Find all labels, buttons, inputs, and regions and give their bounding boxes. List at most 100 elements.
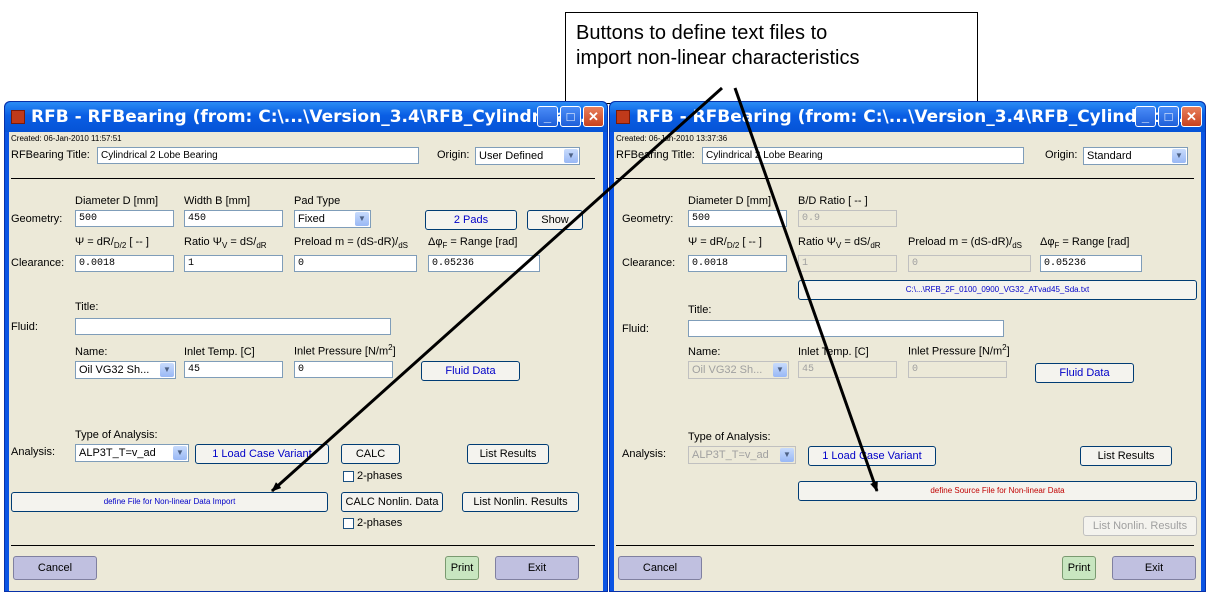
inlet-pressure-input[interactable]: 0 bbox=[908, 361, 1007, 378]
inlet-pressure-input[interactable]: 0 bbox=[294, 361, 393, 378]
chevron-down-icon: ▼ bbox=[355, 212, 369, 226]
nonlinear-file-path-button[interactable]: C:\...\RFB_2F_0100_0900_VG32_ATvad45_Sda… bbox=[798, 280, 1197, 300]
psi-label: Ψ = dR/D/2 [ -- ] bbox=[75, 236, 149, 251]
bd-ratio-input[interactable]: 0.9 bbox=[798, 210, 897, 227]
pad-type-label: Pad Type bbox=[294, 195, 341, 207]
callout-box: Buttons to define text files to import n… bbox=[565, 12, 978, 104]
origin-label: Origin: bbox=[437, 149, 470, 161]
separator bbox=[616, 178, 1194, 180]
minimize-icon[interactable]: _ bbox=[1135, 106, 1156, 127]
geometry-label: Geometry: bbox=[622, 213, 674, 225]
load-case-variant-button[interactable]: 1 Load Case Variant bbox=[808, 446, 936, 466]
fluid-title-label: Title: bbox=[75, 301, 99, 313]
inlet-temp-label: Inlet Temp. [C] bbox=[798, 346, 869, 358]
diameter-input[interactable]: 500 bbox=[75, 210, 174, 227]
analysis-type-select[interactable]: ALP3T_T=v_ad ▼ bbox=[688, 446, 796, 464]
preload-input[interactable]: 0 bbox=[294, 255, 417, 272]
list-nonlin-results-button[interactable]: List Nonlin. Results bbox=[462, 492, 579, 512]
diameter-label: Diameter D [mm] bbox=[75, 195, 159, 207]
two-phases-checkbox[interactable] bbox=[343, 471, 354, 482]
range-input[interactable]: 0.05236 bbox=[428, 255, 540, 272]
cancel-button[interactable]: Cancel bbox=[13, 556, 97, 580]
list-results-button[interactable]: List Results bbox=[467, 444, 549, 464]
fluid-data-button[interactable]: Fluid Data bbox=[1035, 363, 1134, 383]
calc-nonlin-data-button[interactable]: CALC Nonlin. Data bbox=[341, 492, 443, 512]
clearance-label: Clearance: bbox=[11, 257, 65, 269]
created-label: Created: 06-Jan-2010 11:57:51 bbox=[11, 134, 122, 143]
width-input[interactable]: 450 bbox=[184, 210, 283, 227]
ratio-psi-label: Ratio ΨV = dS/dR bbox=[798, 236, 881, 251]
preload-label: Preload m = (dS-dR)/dS bbox=[908, 236, 1023, 251]
pad-type-value: Fixed bbox=[298, 213, 325, 225]
origin-select[interactable]: Standard ▼ bbox=[1083, 147, 1188, 165]
psi-input[interactable]: 0.0018 bbox=[75, 255, 174, 272]
left-window: RFB - RFBearing (from: C:\...\Version_3.… bbox=[4, 101, 608, 592]
fluid-title-label: Title: bbox=[688, 304, 712, 316]
inlet-temp-input[interactable]: 45 bbox=[184, 361, 283, 378]
exit-button[interactable]: Exit bbox=[495, 556, 579, 580]
define-file-nonlinear-import-button[interactable]: define File for Non-linear Data Import bbox=[11, 492, 328, 512]
range-input[interactable]: 0.05236 bbox=[1040, 255, 1142, 272]
fluid-name-select[interactable]: Oil VG32 Sh... ▼ bbox=[688, 361, 789, 379]
two-phases-nonlin-checkbox[interactable] bbox=[343, 518, 354, 529]
app-icon bbox=[616, 110, 630, 124]
window-title: RFB - RFBearing (from: C:\...\Version_3.… bbox=[636, 107, 1198, 127]
origin-label: Origin: bbox=[1045, 149, 1078, 161]
origin-select[interactable]: User Defined ▼ bbox=[475, 147, 580, 165]
fluid-data-button[interactable]: Fluid Data bbox=[421, 361, 520, 381]
minimize-icon[interactable]: _ bbox=[537, 106, 558, 127]
rfbearing-title-label: RFBearing Title: bbox=[616, 149, 695, 161]
width-label: Width B [mm] bbox=[184, 195, 251, 207]
pad-type-select[interactable]: Fixed ▼ bbox=[294, 210, 371, 228]
right-client-area: Created: 06-Jan-2010 13:37:36 RFBearing … bbox=[614, 132, 1201, 591]
geometry-label: Geometry: bbox=[11, 213, 63, 225]
origin-value: User Defined bbox=[479, 150, 544, 162]
list-nonlin-results-button[interactable]: List Nonlin. Results bbox=[1083, 516, 1197, 536]
close-icon[interactable]: ✕ bbox=[1181, 106, 1202, 127]
range-label: ΔφF = Range [rad] bbox=[1040, 236, 1130, 251]
analysis-type-value: ALP3T_T=v_ad bbox=[79, 447, 156, 459]
inlet-pressure-label: Inlet Pressure [N/m2] bbox=[294, 343, 396, 358]
maximize-icon[interactable]: □ bbox=[1158, 106, 1179, 127]
rfbearing-title-input[interactable]: Cylindrical 2 Lobe Bearing bbox=[702, 147, 1024, 164]
rfbearing-title-input[interactable]: Cylindrical 2 Lobe Bearing bbox=[97, 147, 419, 164]
app-icon bbox=[11, 110, 25, 124]
load-case-variant-button[interactable]: 1 Load Case Variant bbox=[195, 444, 329, 464]
preload-input[interactable]: 0 bbox=[908, 255, 1031, 272]
fluid-title-input[interactable] bbox=[75, 318, 391, 335]
pads-button[interactable]: 2 Pads bbox=[425, 210, 517, 230]
show-button[interactable]: Show bbox=[527, 210, 583, 230]
cancel-button[interactable]: Cancel bbox=[618, 556, 702, 580]
fluid-name-select[interactable]: Oil VG32 Sh... ▼ bbox=[75, 361, 176, 379]
two-phases-label: 2-phases bbox=[357, 470, 403, 482]
inlet-temp-label: Inlet Temp. [C] bbox=[184, 346, 255, 358]
callout-line-2: import non-linear characteristics bbox=[576, 47, 860, 69]
psi-input[interactable]: 0.0018 bbox=[688, 255, 787, 272]
ratio-input[interactable]: 1 bbox=[798, 255, 897, 272]
exit-button[interactable]: Exit bbox=[1112, 556, 1196, 580]
analysis-label: Analysis: bbox=[11, 446, 56, 458]
range-label: ΔφF = Range [rad] bbox=[428, 236, 518, 251]
inlet-temp-input[interactable]: 45 bbox=[798, 361, 897, 378]
maximize-icon[interactable]: □ bbox=[560, 106, 581, 127]
fluid-label: Fluid: bbox=[11, 321, 38, 333]
ratio-input[interactable]: 1 bbox=[184, 255, 283, 272]
inlet-pressure-label: Inlet Pressure [N/m2] bbox=[908, 343, 1010, 358]
fluid-title-input[interactable] bbox=[688, 320, 1004, 337]
left-title-bar[interactable]: RFB - RFBearing (from: C:\...\Version_3.… bbox=[5, 102, 607, 132]
two-phases-nonlin-label: 2-phases bbox=[357, 517, 403, 529]
close-icon[interactable]: ✕ bbox=[583, 106, 604, 127]
chevron-down-icon: ▼ bbox=[173, 446, 187, 460]
name-label: Name: bbox=[688, 346, 721, 358]
list-results-button[interactable]: List Results bbox=[1080, 446, 1172, 466]
diameter-input[interactable]: 500 bbox=[688, 210, 787, 227]
calc-button[interactable]: CALC bbox=[341, 444, 400, 464]
clearance-label: Clearance: bbox=[622, 257, 676, 269]
right-title-bar[interactable]: RFB - RFBearing (from: C:\...\Version_3.… bbox=[610, 102, 1205, 132]
analysis-type-select[interactable]: ALP3T_T=v_ad ▼ bbox=[75, 444, 189, 462]
fluid-name-value: Oil VG32 Sh... bbox=[79, 364, 150, 376]
separator bbox=[616, 545, 1194, 547]
print-button[interactable]: Print bbox=[1062, 556, 1096, 580]
print-button[interactable]: Print bbox=[445, 556, 479, 580]
define-source-file-nonlinear-button[interactable]: define Source File for Non-linear Data bbox=[798, 481, 1197, 501]
